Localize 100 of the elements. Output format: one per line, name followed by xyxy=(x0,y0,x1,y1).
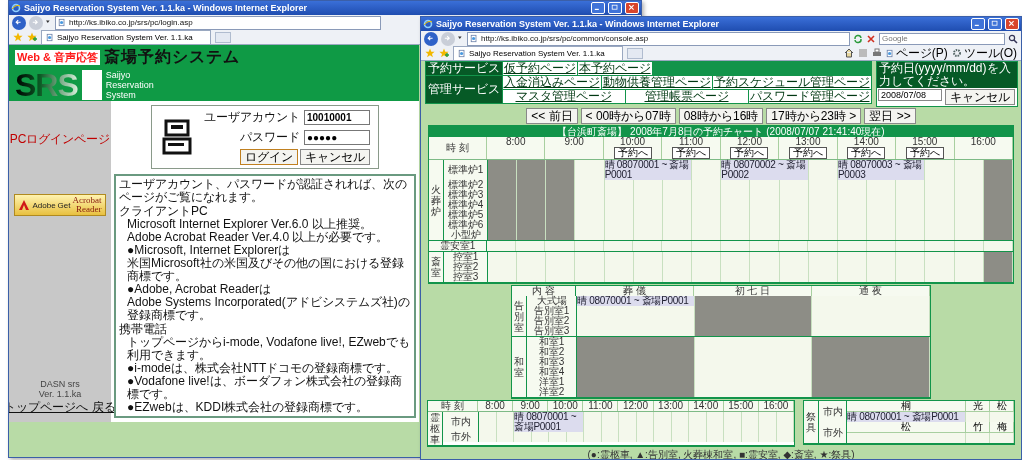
nav-button[interactable]: 08時から16時 xyxy=(678,108,764,124)
menu-link[interactable]: マスタ管理ページ xyxy=(502,90,625,103)
schedule-cell xyxy=(838,252,868,262)
menu-link[interactable]: 仮予約ページ xyxy=(502,62,577,75)
menu-link[interactable]: 管理帳票ページ xyxy=(625,90,748,103)
toolbar-menu[interactable]: ページ(P) xyxy=(885,44,948,62)
unavailable-cell xyxy=(983,272,1013,282)
menu-link[interactable]: パスワード管理ページ xyxy=(748,90,871,103)
reserve-button[interactable]: 予約へ xyxy=(788,147,827,159)
refresh-icon xyxy=(853,33,863,44)
schedule-cell xyxy=(545,241,575,251)
date-prompt: 予約日(yyyy/mm/dd)を入力してください。 xyxy=(876,62,1017,88)
minimize-button[interactable] xyxy=(971,18,985,30)
group-label: 祭具 xyxy=(804,401,819,443)
schedule-cell xyxy=(990,433,1014,443)
schedule-cell xyxy=(654,432,672,442)
unavailable-cell xyxy=(546,160,576,180)
reserve-button[interactable]: 予約へ xyxy=(730,147,769,159)
schedule-cell xyxy=(517,272,547,282)
row-label: 大式場 xyxy=(527,296,577,306)
browser-tab[interactable]: Saijyo Reservation System Ver. 1.1.ka xyxy=(453,46,623,60)
schedule-cell xyxy=(759,412,777,432)
schedule-cell xyxy=(896,180,926,190)
column-header: 葬 儀 xyxy=(576,286,694,296)
address-field[interactable]: http://ks.ibiko.co.jp/srs/pc/common/console.asp xyxy=(467,31,850,46)
menu-label: 予約サービス xyxy=(425,62,502,75)
schedule-cell xyxy=(488,252,518,262)
nav-button[interactable]: 17時から23時 > xyxy=(766,108,862,124)
input-field[interactable]: 10010001 xyxy=(304,110,370,125)
schedule-cell xyxy=(759,432,777,442)
notice-label: クライアントPC xyxy=(119,205,209,218)
schedule-cell xyxy=(575,230,605,240)
schedule-cell xyxy=(604,272,634,282)
row-label: 市外 xyxy=(819,422,847,443)
chart-title: 【台浜町斎場】 2008年7月8日の予約チャート (2008/07/07 21:41:40現在) xyxy=(429,126,1013,137)
date-field[interactable]: 2008/07/08 xyxy=(878,89,942,101)
schedule-cell xyxy=(724,432,742,442)
schedule-cell xyxy=(808,272,838,282)
schedule-cell xyxy=(633,180,663,190)
toolbar-menu[interactable]: ツール(O) xyxy=(951,44,1017,62)
schedule-cell xyxy=(604,180,634,190)
reserve-button[interactable]: 予約へ xyxy=(847,147,886,159)
login-button[interactable]: ログイン xyxy=(240,149,298,165)
version-text: Ver. 1.1.ka xyxy=(38,389,82,399)
close-button[interactable] xyxy=(625,2,639,14)
unavailable-cell xyxy=(488,230,518,240)
schedule-cell xyxy=(866,241,897,251)
menu-link[interactable]: 本予約ページ xyxy=(577,62,652,75)
page-icon xyxy=(58,18,66,27)
schedule-cell xyxy=(692,272,722,282)
schedule-cell xyxy=(750,252,780,262)
maximize-button[interactable] xyxy=(608,2,622,14)
schedule-cell xyxy=(808,241,838,251)
schedule-cell xyxy=(954,272,984,282)
address-field[interactable]: http://ks.ibiko.co.jp/srs/pc/login.asp xyxy=(55,15,381,30)
browser-tab[interactable]: Saijyo Reservation System Ver. 1.1.ka xyxy=(41,30,211,44)
caret-icon xyxy=(458,35,464,42)
time-header: 16:00 xyxy=(758,401,794,411)
maximize-button[interactable] xyxy=(988,18,1002,30)
schedule-cell xyxy=(517,252,547,262)
schedule-cell xyxy=(546,272,576,282)
schedule-cell xyxy=(808,230,838,240)
header-cell: 時 刻 xyxy=(429,137,487,159)
reserve-button[interactable]: 予約へ xyxy=(905,147,944,159)
time-header: 12:00 xyxy=(618,401,654,411)
schedule-cell xyxy=(954,252,984,262)
schedule-cell xyxy=(779,180,809,190)
schedule-cell xyxy=(663,180,693,190)
close-icon xyxy=(628,4,636,12)
top-page-link[interactable]: トップページへ 戻る xyxy=(9,399,116,416)
row-label: 洋室1 xyxy=(527,377,577,387)
nav-button[interactable]: << 前日 xyxy=(526,108,578,124)
page-icon xyxy=(46,33,54,42)
back-button[interactable] xyxy=(424,31,438,46)
schedule-cell xyxy=(575,252,605,262)
unavailable-cell xyxy=(517,230,547,240)
row-label: 小型炉 xyxy=(444,230,488,240)
schedule-cell xyxy=(720,241,750,251)
nav-button[interactable]: < 00時から07時 xyxy=(580,108,676,124)
schedule-cell xyxy=(692,252,722,262)
nav-button[interactable]: 翌日 >> xyxy=(864,108,916,124)
notice-text: ●Microsoft, Internet Explorerは xyxy=(127,244,292,257)
time-header: 11:00 xyxy=(583,401,619,411)
search-field[interactable]: Google xyxy=(879,32,1005,45)
reserve-button[interactable]: 予約へ xyxy=(613,147,652,159)
cancel-button[interactable]: キャンセル xyxy=(945,89,1015,105)
menu-link[interactable]: 動物供養管理ページ xyxy=(601,76,712,89)
back-button[interactable] xyxy=(12,15,26,30)
window-title: Saijyo Reservation System Ver. 1.1.ka - Windows Internet Explorer xyxy=(436,19,721,29)
menu-link[interactable]: 入金消込みページ xyxy=(502,76,601,89)
menu-link[interactable]: 予約スケジュール管理ページ xyxy=(712,76,871,89)
page-icon xyxy=(470,34,478,43)
reserve-button[interactable]: 予約へ xyxy=(672,147,711,159)
schedule-cell xyxy=(619,432,637,442)
notice-text: ●Vodafone live!は、ボーダフォン株式会社の登録商標です。 xyxy=(127,375,403,401)
time-header: 14:00 xyxy=(688,401,724,411)
minimize-button[interactable] xyxy=(591,2,605,14)
close-button[interactable] xyxy=(1005,18,1019,30)
cancel-button[interactable]: キャンセル xyxy=(300,149,370,165)
input-field[interactable]: ●●●●● xyxy=(304,130,370,145)
